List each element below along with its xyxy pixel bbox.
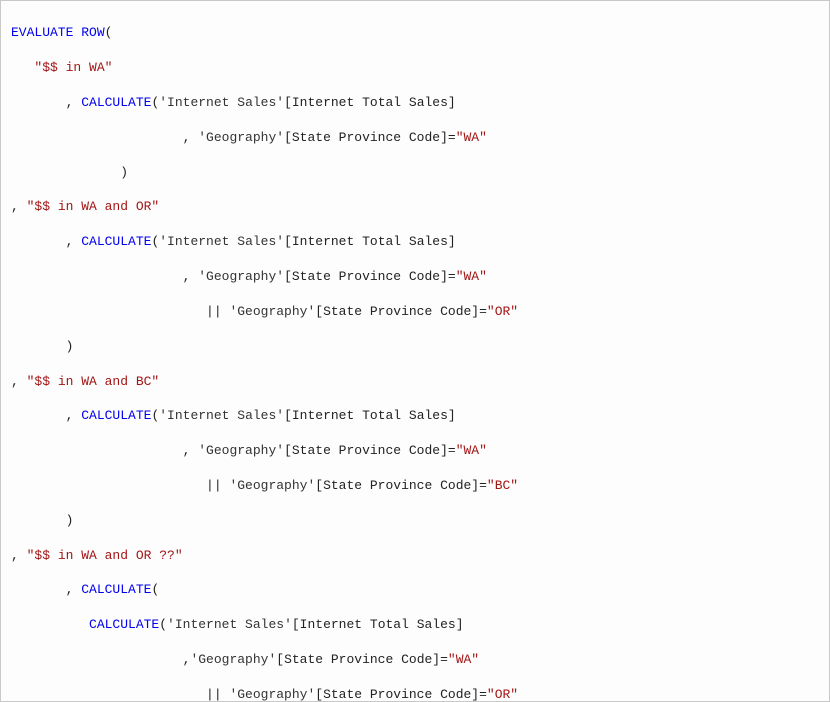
keyword: CALCULATE: [89, 617, 159, 632]
indent: ,: [11, 234, 81, 249]
string: "$$ in WA and BC": [27, 374, 160, 389]
code-line: , "$$ in WA and OR ??": [11, 547, 823, 564]
column-ref: [Internet Total Sales]: [284, 95, 456, 110]
indent: ||: [11, 687, 229, 702]
code-line: , CALCULATE(: [11, 581, 823, 598]
code-line: , CALCULATE('Internet Sales'[Internet To…: [11, 94, 823, 111]
code-line: , "$$ in WA and BC": [11, 373, 823, 390]
code-line: || 'Geography'[State Province Code]="BC": [11, 477, 823, 494]
string: "WA": [456, 130, 487, 145]
punct: ): [11, 165, 128, 180]
code-line: , 'Geography'[State Province Code]="WA": [11, 129, 823, 146]
indent: ,: [11, 548, 27, 563]
keyword: CALCULATE: [81, 582, 151, 597]
string: "$$ in WA": [34, 60, 112, 75]
code-line: ): [11, 338, 823, 355]
table-ref: 'Internet Sales': [159, 234, 284, 249]
keyword: CALCULATE: [81, 95, 151, 110]
punct: (: [105, 25, 113, 40]
code-line: , 'Geography'[State Province Code]="WA": [11, 442, 823, 459]
punct: (: [151, 582, 159, 597]
indent: ||: [11, 478, 229, 493]
keyword: CALCULATE: [81, 234, 151, 249]
column-ref: [State Province Code]=: [315, 304, 487, 319]
code-line: ): [11, 512, 823, 529]
column-ref: [State Province Code]=: [315, 478, 487, 493]
string: "$$ in WA and OR": [27, 199, 160, 214]
code-line: || 'Geography'[State Province Code]="OR": [11, 686, 823, 702]
indent: ||: [11, 304, 229, 319]
table-ref: 'Internet Sales': [167, 617, 292, 632]
column-ref: [State Province Code]=: [315, 687, 487, 702]
code-line: , 'Geography'[State Province Code]="WA": [11, 268, 823, 285]
code-line: EVALUATE ROW(: [11, 24, 823, 41]
indent: ,: [11, 95, 81, 110]
column-ref: [State Province Code]=: [284, 443, 456, 458]
string: "$$ in WA and OR ??": [27, 548, 183, 563]
code-line: ,'Geography'[State Province Code]="WA": [11, 651, 823, 668]
column-ref: [Internet Total Sales]: [292, 617, 464, 632]
indent: ,: [11, 130, 198, 145]
code-line: || 'Geography'[State Province Code]="OR": [11, 303, 823, 320]
table-ref: 'Geography': [198, 130, 284, 145]
string: "OR": [487, 304, 518, 319]
column-ref: [Internet Total Sales]: [284, 408, 456, 423]
indent: [11, 617, 89, 632]
column-ref: [State Province Code]=: [284, 269, 456, 284]
code-line: ): [11, 164, 823, 181]
punct: ): [11, 513, 73, 528]
code-line: , CALCULATE('Internet Sales'[Internet To…: [11, 233, 823, 250]
code-line: , CALCULATE('Internet Sales'[Internet To…: [11, 407, 823, 424]
table-ref: 'Geography': [198, 443, 284, 458]
table-ref: 'Geography': [229, 478, 315, 493]
string: "OR": [487, 687, 518, 702]
string: "WA": [448, 652, 479, 667]
indent: ,: [11, 374, 27, 389]
indent: ,: [11, 582, 81, 597]
column-ref: [State Province Code]=: [284, 130, 456, 145]
keyword: ROW: [81, 25, 104, 40]
indent: ,: [11, 199, 27, 214]
table-ref: 'Geography': [190, 652, 276, 667]
string: "BC": [487, 478, 518, 493]
indent: [11, 60, 34, 75]
code-line: "$$ in WA": [11, 59, 823, 76]
keyword: EVALUATE: [11, 25, 73, 40]
table-ref: 'Internet Sales': [159, 408, 284, 423]
indent: ,: [11, 443, 198, 458]
code-block: EVALUATE ROW( "$$ in WA" , CALCULATE('In…: [0, 0, 830, 702]
column-ref: [Internet Total Sales]: [284, 234, 456, 249]
code-line: CALCULATE('Internet Sales'[Internet Tota…: [11, 616, 823, 633]
keyword: CALCULATE: [81, 408, 151, 423]
table-ref: 'Geography': [229, 304, 315, 319]
punct: ): [11, 339, 73, 354]
string: "WA": [456, 269, 487, 284]
table-ref: 'Geography': [198, 269, 284, 284]
table-ref: 'Geography': [229, 687, 315, 702]
string: "WA": [456, 443, 487, 458]
table-ref: 'Internet Sales': [159, 95, 284, 110]
punct: (: [159, 617, 167, 632]
indent: ,: [11, 408, 81, 423]
code-line: , "$$ in WA and OR": [11, 198, 823, 215]
column-ref: [State Province Code]=: [276, 652, 448, 667]
indent: ,: [11, 652, 190, 667]
indent: ,: [11, 269, 198, 284]
